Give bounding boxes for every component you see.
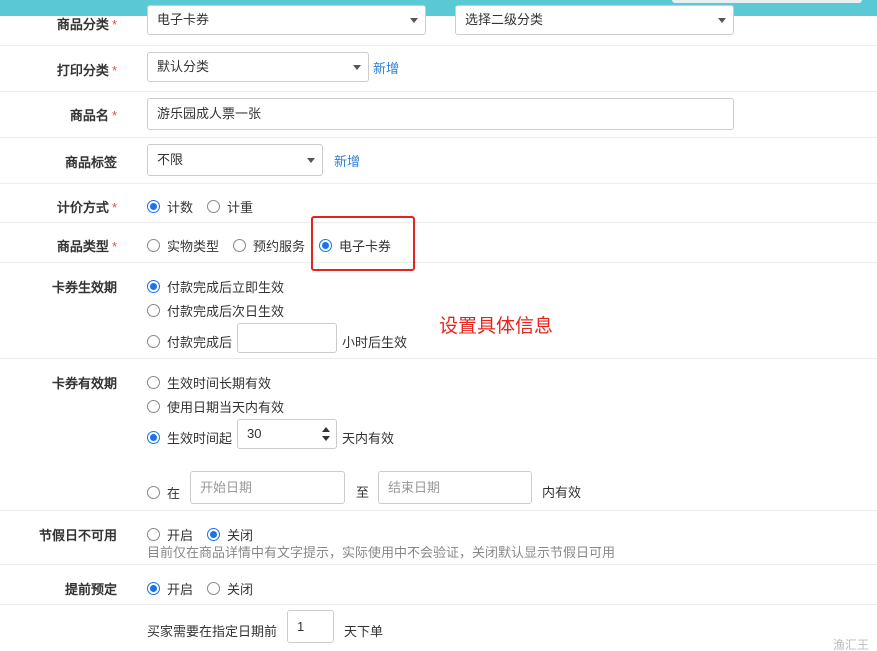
product-type-booking-label: 预约服务 xyxy=(253,239,306,254)
print-category-value: 默认分类 xyxy=(157,59,210,74)
row-holiday: 节假日不可用 开启 关闭 目前仅在商品详情中有文字提示，实际使用中不会验证，关闭… xyxy=(0,511,877,565)
chevron-down-icon xyxy=(353,65,361,70)
product-name-value: 游乐园成人票一张 xyxy=(157,106,262,121)
radio-unchecked-icon xyxy=(147,486,160,499)
effective-hours-input[interactable] xyxy=(237,323,337,353)
radio-unchecked-icon xyxy=(147,376,160,389)
advance-days-prefix: 买家需要在指定日期前 xyxy=(147,624,278,639)
validity-days-suffix: 天内有效 xyxy=(342,431,395,446)
effective-next-day-radio[interactable]: 付款完成后次日生效 xyxy=(147,301,284,320)
pricing-count-label: 计数 xyxy=(167,200,194,215)
validity-label: 卡券有效期 xyxy=(51,376,117,391)
print-category-add-link[interactable]: 新增 xyxy=(373,58,399,77)
category-secondary-placeholder: 选择二级分类 xyxy=(465,12,544,27)
watermark: 渔汇王 xyxy=(833,638,870,651)
effective-hours-radio[interactable]: 付款完成后 xyxy=(147,332,232,351)
validity-same-day-radio[interactable]: 使用日期当天内有效 xyxy=(147,397,284,416)
validity-range-radio[interactable]: 在 xyxy=(147,483,180,502)
end-date-placeholder: 结束日期 xyxy=(388,480,441,495)
validity-range-prefix: 在 xyxy=(167,486,181,501)
pricing-weight-label: 计重 xyxy=(227,200,254,215)
chevron-down-icon xyxy=(718,18,726,23)
radio-checked-icon xyxy=(147,200,160,213)
product-type-radio-physical[interactable]: 实物类型 xyxy=(147,236,219,255)
product-tag-label: 商品标签 xyxy=(64,155,117,170)
row-product-name: 商品名 * 游乐园成人票一张 xyxy=(0,92,877,138)
pricing-radio-count[interactable]: 计数 xyxy=(147,197,193,216)
radio-unchecked-icon xyxy=(147,528,160,541)
effective-immediate-radio[interactable]: 付款完成后立即生效 xyxy=(147,277,284,296)
holiday-label: 节假日不可用 xyxy=(38,528,117,543)
chevron-down-icon xyxy=(410,18,418,23)
chevron-down-icon xyxy=(307,158,315,163)
stepper-arrows-icon[interactable] xyxy=(322,427,330,441)
validity-to-text: 至 xyxy=(356,485,370,500)
radio-checked-icon xyxy=(207,528,220,541)
start-date-placeholder: 开始日期 xyxy=(200,480,253,495)
advance-booking-label: 提前预定 xyxy=(64,582,117,597)
validity-days-prefix: 生效时间起 xyxy=(167,431,233,446)
row-print-category: 打印分类 * 默认分类 新增 xyxy=(0,46,877,92)
radio-unchecked-icon xyxy=(147,304,160,317)
effective-next-day-label: 付款完成后次日生效 xyxy=(167,304,285,319)
row-advance-days: 买家需要在指定日期前 1 天下单 xyxy=(0,605,877,651)
effective-time-label: 卡券生效期 xyxy=(51,280,117,295)
advance-off-label: 关闭 xyxy=(227,582,254,597)
validity-start-date-input[interactable]: 开始日期 xyxy=(190,471,345,504)
validity-long-term-label: 生效时间长期有效 xyxy=(167,376,272,391)
advance-on-radio[interactable]: 开启 xyxy=(147,579,193,598)
effective-hours-suffix: 小时后生效 xyxy=(342,335,408,350)
advance-off-radio[interactable]: 关闭 xyxy=(207,579,253,598)
validity-days-value: 30 xyxy=(247,426,262,441)
pricing-label: 计价方式 * xyxy=(56,200,117,215)
category-primary-value: 电子卡券 xyxy=(157,12,210,27)
advance-days-input[interactable]: 1 xyxy=(287,610,334,643)
row-pricing: 计价方式 * 计数 计重 xyxy=(0,184,877,223)
annotation-highlight-box xyxy=(311,216,415,271)
holiday-hint: 目前仅在商品详情中有文字提示，实际使用中不会验证，关闭默认显示节假日可用 xyxy=(147,545,616,560)
pricing-radio-weight[interactable]: 计重 xyxy=(207,197,253,216)
validity-long-term-radio[interactable]: 生效时间长期有效 xyxy=(147,373,271,392)
radio-unchecked-icon xyxy=(147,239,160,252)
radio-unchecked-icon xyxy=(207,200,220,213)
radio-unchecked-icon xyxy=(233,239,246,252)
row-validity: 卡券有效期 生效时间长期有效 使用日期当天内有效 生效时间起 30 天内有效 在… xyxy=(0,359,877,511)
effective-immediate-label: 付款完成后立即生效 xyxy=(167,280,285,295)
validity-days-radio[interactable]: 生效时间起 xyxy=(147,428,232,447)
radio-unchecked-icon xyxy=(207,582,220,595)
product-name-input[interactable]: 游乐园成人票一张 xyxy=(147,98,734,130)
row-advance-booking: 提前预定 开启 关闭 xyxy=(0,565,877,605)
annotation-text: 设置具体信息 xyxy=(439,316,554,337)
effective-hours-prefix: 付款完成后 xyxy=(167,335,233,350)
category-secondary-select[interactable]: 选择二级分类 xyxy=(455,5,734,35)
category-label: 商品分类 * xyxy=(56,17,117,32)
product-name-label: 商品名 * xyxy=(69,108,117,123)
validity-days-stepper[interactable]: 30 xyxy=(237,419,337,449)
radio-unchecked-icon xyxy=(147,400,160,413)
radio-checked-icon xyxy=(147,582,160,595)
radio-checked-icon xyxy=(147,280,160,293)
advance-days-suffix: 天下单 xyxy=(344,624,384,639)
row-product-type: 商品类型 * 实物类型 预约服务 电子卡券 xyxy=(0,223,877,263)
advance-on-label: 开启 xyxy=(167,582,194,597)
validity-same-day-label: 使用日期当天内有效 xyxy=(167,400,285,415)
product-type-label: 商品类型 * xyxy=(56,239,117,254)
product-tag-value: 不限 xyxy=(157,152,184,167)
product-type-physical-label: 实物类型 xyxy=(167,239,220,254)
category-primary-select[interactable]: 电子卡券 xyxy=(147,5,426,35)
print-category-select[interactable]: 默认分类 xyxy=(147,52,369,82)
radio-unchecked-icon xyxy=(147,335,160,348)
print-category-label: 打印分类 * xyxy=(56,63,117,78)
row-product-tag: 商品标签 不限 新增 xyxy=(0,138,877,184)
product-tag-add-link[interactable]: 新增 xyxy=(334,151,360,170)
row-category: 商品分类 * 电子卡券 选择二级分类 xyxy=(0,0,877,46)
product-type-radio-booking[interactable]: 预约服务 xyxy=(233,236,305,255)
advance-days-value: 1 xyxy=(297,619,305,634)
radio-checked-icon xyxy=(147,431,160,444)
product-tag-select[interactable]: 不限 xyxy=(147,144,323,176)
validity-range-suffix: 内有效 xyxy=(542,485,582,500)
validity-end-date-input[interactable]: 结束日期 xyxy=(378,471,532,504)
